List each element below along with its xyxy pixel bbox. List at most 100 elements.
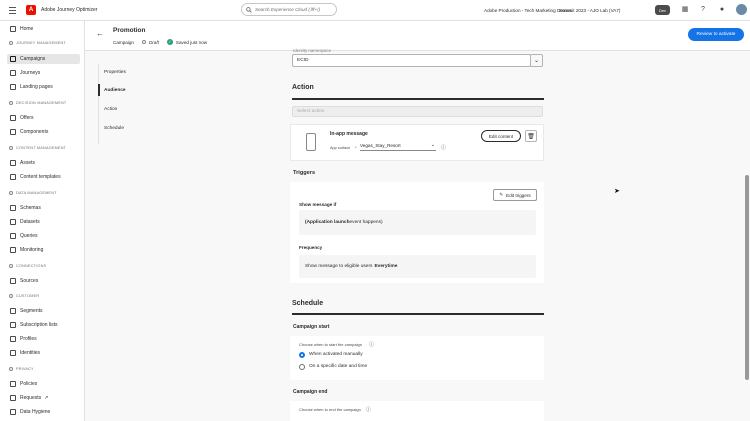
sidebar-section-journey: JOURNEY MANAGEMENT: [9, 41, 66, 45]
edit-content-button[interactable]: Edit content: [481, 130, 521, 142]
section-title: PRIVACY: [16, 367, 34, 371]
sidebar-item-components[interactable]: Components: [10, 127, 83, 137]
checkmark-icon: ✓: [166, 39, 173, 45]
select-action-field[interactable]: Select action: [292, 106, 543, 117]
info-icon[interactable]: ⓘ: [441, 144, 446, 151]
subscription-icon: [10, 322, 16, 328]
trigger-event-suffix: event happens): [349, 220, 383, 225]
sidebar-item-requests[interactable]: Requests ↗: [10, 393, 83, 403]
trigger-event: (Application launch: [305, 220, 350, 225]
radio-specific-date[interactable]: [299, 364, 305, 370]
chevron-down-icon[interactable]: ⌄: [530, 54, 543, 67]
campaign-type: Campaign: [113, 39, 134, 45]
nav-schedule[interactable]: Schedule: [98, 122, 158, 134]
sidebar-section-decision: DECISION MANAGEMENT: [9, 101, 66, 105]
sidebar-item-assets[interactable]: Assets: [10, 158, 83, 168]
schedule-divider: [292, 313, 544, 315]
app-name[interactable]: Adobe Journey Optimizer: [41, 7, 97, 13]
info-icon[interactable]: ⓘ: [366, 406, 371, 413]
sidebar-item-label: Monitoring: [20, 247, 44, 253]
sidebar-item-data-hygiene[interactable]: Data Hygiene: [10, 407, 83, 417]
sidebar-item-label: Data Hygiene: [20, 409, 51, 415]
monitoring-icon: [10, 247, 16, 253]
pencil-icon: ✎: [499, 192, 504, 197]
review-to-activate-button[interactable]: Review to activate: [688, 28, 744, 41]
sidebar-item-monitoring[interactable]: Monitoring: [10, 245, 83, 255]
hygiene-icon: [10, 409, 16, 415]
sidebar-item-content-templates[interactable]: Content templates: [10, 172, 83, 182]
sidebar-item-campaigns[interactable]: Campaigns: [7, 54, 80, 64]
section-icon: [9, 146, 13, 150]
campaign-icon: [10, 56, 16, 62]
section-icon: [9, 191, 13, 195]
nav-audience[interactable]: Audience: [98, 84, 158, 96]
adobe-logo[interactable]: A: [26, 5, 36, 15]
sidebar-item-label: Profiles: [20, 336, 37, 342]
sidebar-item-policies[interactable]: Policies: [10, 379, 83, 389]
sidebar-section-connections: CONNECTIONS: [9, 264, 46, 268]
sidebar-item-offers[interactable]: Offers: [10, 113, 83, 123]
menu-icon[interactable]: [9, 7, 16, 14]
nav-properties[interactable]: Properties: [98, 66, 158, 78]
avatar[interactable]: [736, 4, 747, 15]
sandbox-switcher[interactable]: Summit 2023 - AJO Lab (VA7): [559, 8, 620, 13]
trash-icon[interactable]: 🗑: [525, 130, 537, 142]
section-icon: [9, 367, 13, 371]
sidebar-item-schemas[interactable]: Schemas: [10, 203, 83, 213]
sidebar-item-label: Schemas: [20, 205, 41, 211]
sidebar-item-identities[interactable]: Identities: [10, 348, 83, 358]
schedule-title: Schedule: [292, 300, 324, 307]
radio-manual-label: When activated manually: [309, 352, 363, 357]
asset-icon: [10, 160, 16, 166]
sidebar-item-home[interactable]: Home: [10, 24, 83, 34]
sidebar-item-label: Offers: [20, 115, 34, 121]
profile-icon: [10, 336, 16, 342]
sidebar-item-queries[interactable]: Queries: [10, 231, 83, 241]
sidebar-item-label: Requests: [20, 395, 42, 401]
section-title: CUSTOMER: [16, 294, 40, 298]
sidebar-item-sources[interactable]: Sources: [10, 276, 83, 286]
inapp-message-card: In-app message App surface * Vegas_Stay_…: [290, 124, 544, 161]
edit-triggers-button[interactable]: ✎ Edit triggers: [493, 189, 537, 201]
help-icon[interactable]: ?: [699, 6, 707, 14]
sidebar-item-label: Components: [20, 129, 49, 135]
radio-manual[interactable]: [299, 352, 305, 358]
scrollbar[interactable]: [745, 175, 749, 380]
component-icon: [10, 129, 16, 135]
sidebar-item-profiles[interactable]: Profiles: [10, 334, 83, 344]
main-content: Identity namespace ECID ⌄ Action Select …: [290, 48, 544, 421]
campaign-start-label: Campaign start: [293, 324, 330, 330]
source-icon: [10, 278, 16, 284]
sidebar-item-journeys[interactable]: Journeys: [10, 68, 83, 78]
identity-namespace-label: Identity namespace: [293, 48, 332, 53]
query-icon: [10, 233, 16, 239]
environment-badge[interactable]: Dev: [655, 5, 670, 15]
template-icon: [10, 174, 16, 180]
sidebar-item-segments[interactable]: Segments: [10, 306, 83, 316]
sidebar-item-subscription-lists[interactable]: Subscription lists: [10, 320, 83, 330]
dataset-icon: [10, 219, 16, 225]
app-surface-select[interactable]: Vegas_Stay_Resort ⌄: [360, 142, 436, 151]
sidebar-item-label: Policies: [20, 381, 38, 387]
status-dot-icon: [141, 40, 146, 44]
apps-icon[interactable]: ▦: [681, 6, 689, 14]
identity-namespace-field[interactable]: ECID: [292, 54, 531, 67]
sidebar-section-content: CONTENT MANAGEMENT: [9, 146, 66, 150]
sidebar-item-label: Segments: [20, 308, 43, 314]
sidebar-item-landing-pages[interactable]: Landing pages: [10, 82, 83, 92]
policy-icon: [10, 381, 16, 387]
required-marker: *: [355, 145, 357, 150]
sidebar-item-label: Journeys: [20, 70, 41, 76]
search-icon: [246, 6, 252, 13]
notifications-icon[interactable]: ●: [718, 6, 726, 14]
search-input[interactable]: Search Experience Cloud (⌘+/): [241, 3, 337, 16]
campaign-status-bar: Campaign Draft ✓ Saved just now: [113, 39, 207, 45]
info-icon[interactable]: ⓘ: [369, 341, 374, 348]
triggers-card: ✎ Edit triggers Show message if (Applicat…: [290, 182, 544, 283]
app-surface-label: App surface: [330, 146, 351, 150]
back-arrow-icon[interactable]: ←: [96, 29, 104, 38]
sidebar-item-label: Landing pages: [20, 84, 53, 90]
sidebar-item-datasets[interactable]: Datasets: [10, 217, 83, 227]
frequency-text: Show message to eligible users: [305, 264, 373, 269]
nav-action[interactable]: Action: [98, 103, 158, 115]
